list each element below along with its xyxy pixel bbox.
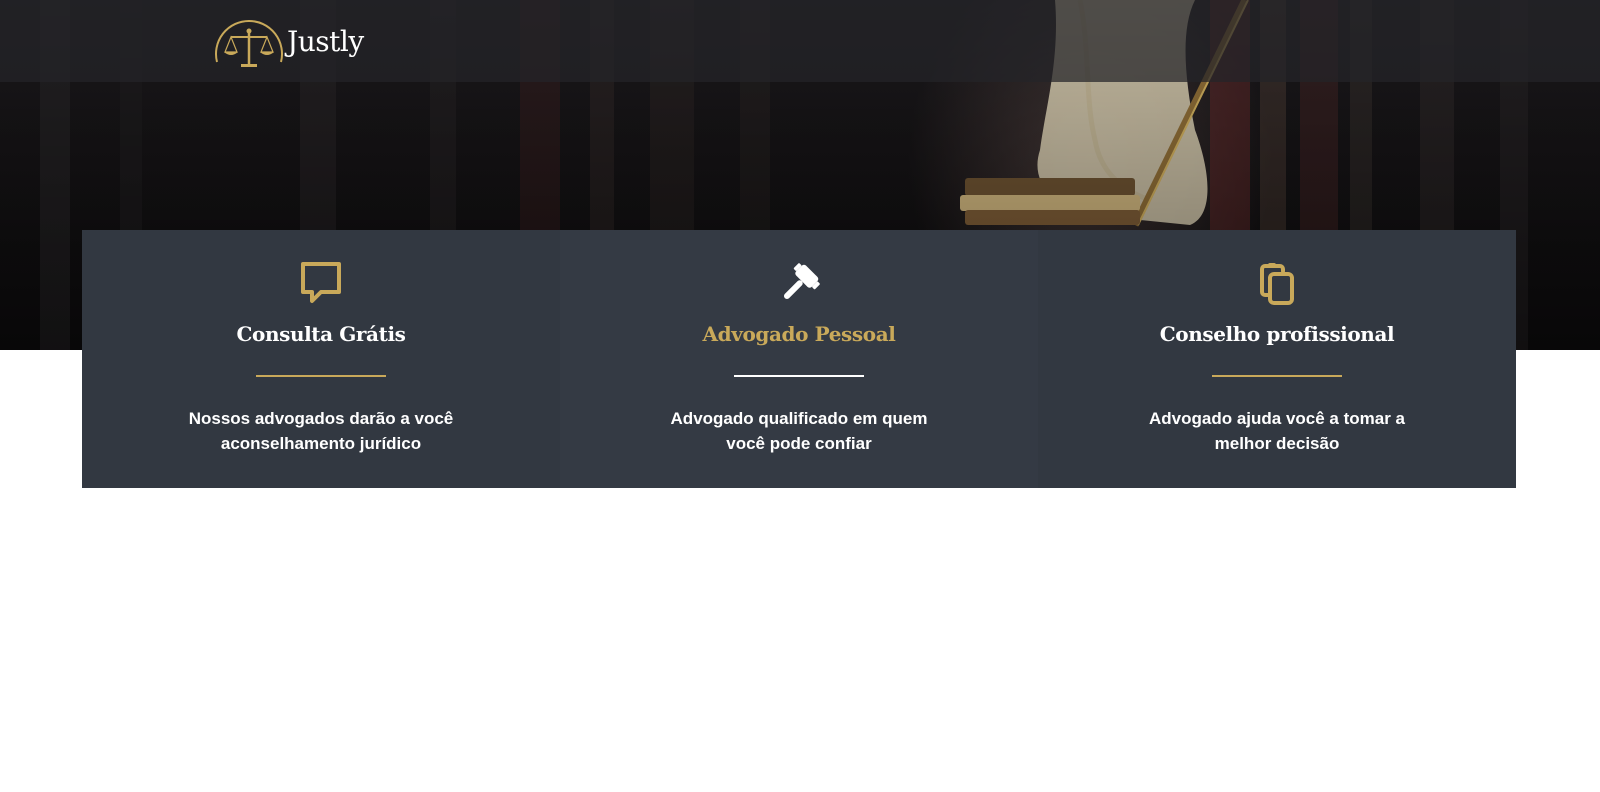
- clipboard-copy-icon: [1260, 263, 1294, 305]
- feature-description: Advogado qualificado em quem você pode c…: [670, 409, 928, 453]
- feature-title: Consulta Grátis: [236, 322, 406, 346]
- feature-title: Conselho profissional: [1159, 322, 1395, 346]
- brand-name: Justly: [287, 24, 364, 58]
- feature-divider: [734, 375, 864, 377]
- feature-divider: [1212, 375, 1342, 377]
- feature-title: Advogado Pessoal: [702, 322, 896, 346]
- feature-card-advogado[interactable]: Advogado Pessoal Advogado qualificado em…: [560, 230, 1038, 488]
- gavel-icon: [783, 263, 820, 300]
- features-strip: Consulta Grátis Nossos advogados darão a…: [82, 230, 1516, 488]
- top-navigation-bar: Justly: [0, 0, 1600, 82]
- scales-of-justice-icon: [215, 19, 283, 67]
- feature-description: Nossos advogados darão a você aconselham…: [188, 409, 454, 453]
- feature-divider: [256, 375, 386, 377]
- chat-bubble-icon: [301, 262, 341, 303]
- feature-card-conselho[interactable]: Conselho profissional Advogado ajuda voc…: [1038, 230, 1516, 488]
- feature-card-consulta[interactable]: Consulta Grátis Nossos advogados darão a…: [82, 230, 560, 488]
- brand-logo-link[interactable]: Justly: [213, 10, 364, 72]
- feature-description: Advogado ajuda você a tomar a melhor dec…: [1148, 409, 1405, 453]
